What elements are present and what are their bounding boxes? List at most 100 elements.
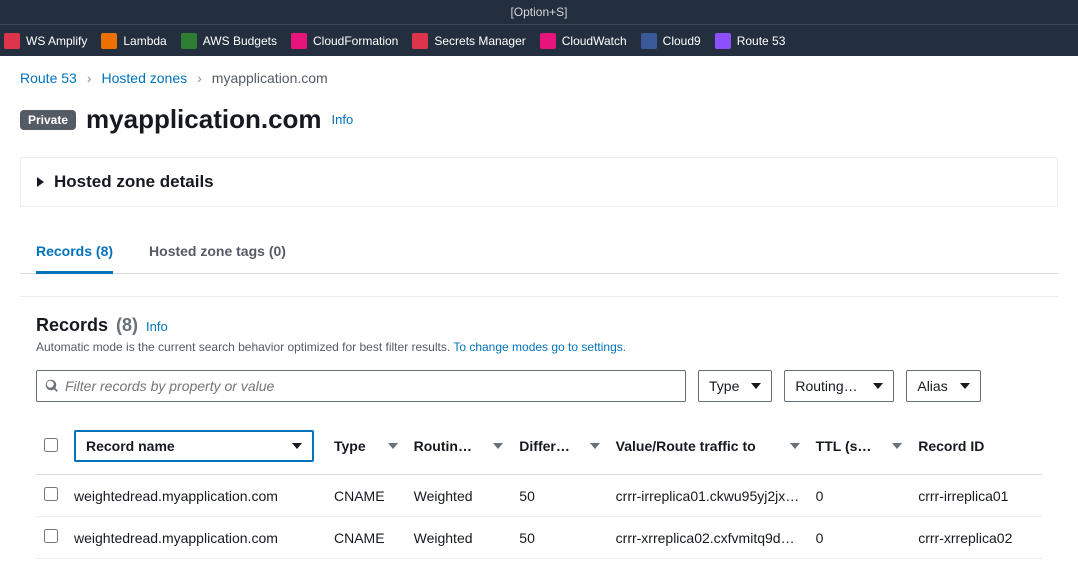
service-budgets[interactable]: AWS Budgets [181, 33, 277, 49]
filter-label: Alias [917, 378, 947, 394]
row-checkbox[interactable] [44, 529, 58, 543]
panel-description: Automatic mode is the current search beh… [36, 340, 1042, 354]
column-label: Record name [86, 438, 175, 454]
service-label: WS Amplify [26, 34, 87, 48]
route53-icon [715, 33, 731, 49]
sort-icon [590, 443, 600, 449]
cell-record-name: weightedread.myapplication.com [66, 475, 326, 517]
search-icon [45, 379, 59, 393]
routing-policy-filter[interactable]: Routing pol… [784, 370, 894, 402]
col-differentiator[interactable]: Differ… [511, 418, 607, 475]
table-row[interactable]: weightedread.myapplication.com CNAME Wei… [36, 475, 1042, 517]
table-row[interactable]: weightedread.myapplication.com CNAME Wei… [36, 517, 1042, 559]
tabs: Records (8) Hosted zone tags (0) [20, 233, 1058, 274]
breadcrumb: Route 53 › Hosted zones › myapplication.… [20, 70, 1058, 86]
column-label: Differ… [519, 438, 570, 454]
cell-type: CNAME [326, 517, 406, 559]
budgets-icon [181, 33, 197, 49]
service-label: Secrets Manager [434, 34, 525, 48]
service-cloud9[interactable]: Cloud9 [641, 33, 701, 49]
filter-row: Type Routing pol… Alias [36, 370, 1042, 402]
cell-routing: Weighted [406, 517, 512, 559]
privacy-badge: Private [20, 110, 76, 130]
hosted-zone-details-expander[interactable]: Hosted zone details [20, 157, 1058, 207]
chevron-down-icon [751, 383, 761, 389]
lambda-icon [101, 33, 117, 49]
expander-label: Hosted zone details [54, 172, 214, 192]
panel-title: Records [36, 315, 108, 336]
service-secrets-manager[interactable]: Secrets Manager [412, 33, 525, 49]
change-modes-link[interactable]: To change modes go to settings. [453, 340, 626, 354]
cell-diff: 50 [511, 475, 607, 517]
service-label: Route 53 [737, 34, 786, 48]
page-title-bar: Private myapplication.com Info [20, 104, 1058, 135]
row-checkbox[interactable] [44, 487, 58, 501]
filter-label: Type [709, 378, 739, 394]
breadcrumb-current: myapplication.com [212, 70, 328, 86]
col-routing[interactable]: Routin… [406, 418, 512, 475]
cloudwatch-icon [540, 33, 556, 49]
records-panel: Records (8) Info Automatic mode is the c… [20, 296, 1058, 559]
breadcrumb-root[interactable]: Route 53 [20, 70, 77, 86]
service-label: Cloud9 [663, 34, 701, 48]
column-label: TTL (s… [816, 438, 872, 454]
chevron-down-icon [873, 383, 883, 389]
breadcrumb-zones[interactable]: Hosted zones [102, 70, 188, 86]
chevron-down-icon [960, 383, 970, 389]
panel-info-link[interactable]: Info [146, 319, 168, 334]
panel-count: (8) [116, 315, 138, 336]
service-route53[interactable]: Route 53 [715, 33, 786, 49]
alias-filter[interactable]: Alias [906, 370, 980, 402]
cell-diff: 50 [511, 517, 607, 559]
filter-records-input[interactable] [65, 378, 677, 394]
cell-ttl: 0 [808, 475, 911, 517]
service-label: CloudWatch [562, 34, 627, 48]
chevron-right-icon: › [87, 70, 92, 86]
cell-ttl: 0 [808, 517, 911, 559]
secrets-icon [412, 33, 428, 49]
sort-icon [790, 443, 800, 449]
col-type[interactable]: Type [326, 418, 406, 475]
shortcut-hint: [Option+S] [510, 5, 567, 19]
cell-record-name: weightedread.myapplication.com [66, 517, 326, 559]
cell-value: crrr-xrreplica02.cxfvmitq9dp… [608, 517, 808, 559]
tab-hosted-zone-tags[interactable]: Hosted zone tags (0) [149, 233, 286, 273]
filter-label: Routing pol… [795, 378, 861, 394]
sort-icon [892, 443, 902, 449]
service-label: CloudFormation [313, 34, 398, 48]
type-filter[interactable]: Type [698, 370, 772, 402]
cloud9-icon [641, 33, 657, 49]
top-search-bar: [Option+S] [0, 0, 1078, 24]
col-record-id[interactable]: Record ID [910, 418, 1042, 475]
tab-records[interactable]: Records (8) [36, 233, 113, 274]
amplify-icon [4, 33, 20, 49]
desc-text: Automatic mode is the current search beh… [36, 340, 453, 354]
service-lambda[interactable]: Lambda [101, 33, 166, 49]
cell-type: CNAME [326, 475, 406, 517]
column-label: Type [334, 438, 366, 454]
service-cloudformation[interactable]: CloudFormation [291, 33, 398, 49]
sort-icon [493, 443, 503, 449]
cell-record-id: crrr-xrreplica02 [910, 517, 1042, 559]
info-link[interactable]: Info [332, 112, 354, 127]
service-favorites-bar: WS Amplify Lambda AWS Budgets CloudForma… [0, 24, 1078, 56]
service-label: Lambda [123, 34, 166, 48]
chevron-down-icon [292, 443, 302, 449]
select-all-checkbox[interactable] [44, 438, 58, 452]
page-title: myapplication.com [86, 104, 322, 135]
records-table: Record name Type Routin… Differ… Value/R… [36, 418, 1042, 559]
column-label: Record ID [918, 438, 984, 454]
cell-record-id: crrr-irreplica01 [910, 475, 1042, 517]
cell-routing: Weighted [406, 475, 512, 517]
service-label: AWS Budgets [203, 34, 277, 48]
column-label: Routin… [414, 438, 472, 454]
service-cloudwatch[interactable]: CloudWatch [540, 33, 627, 49]
search-input-wrap[interactable] [36, 370, 686, 402]
column-label: Value/Route traffic to [616, 438, 756, 454]
col-value[interactable]: Value/Route traffic to [608, 418, 808, 475]
col-ttl[interactable]: TTL (s… [808, 418, 911, 475]
service-amplify[interactable]: WS Amplify [4, 33, 87, 49]
record-name-header-select[interactable]: Record name [74, 430, 314, 462]
cloudformation-icon [291, 33, 307, 49]
triangle-right-icon [37, 177, 44, 187]
